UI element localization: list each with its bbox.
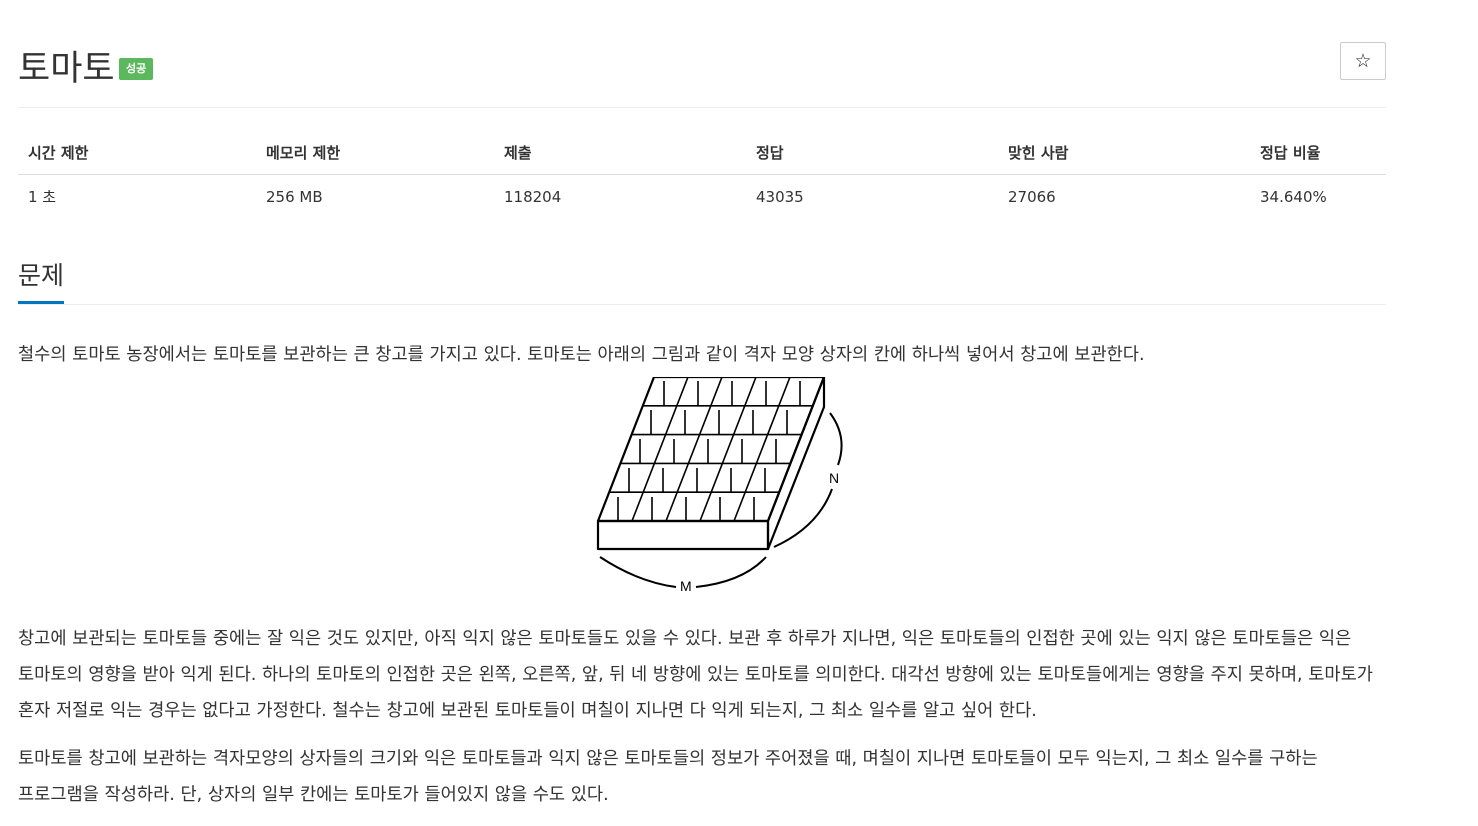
value-accepted: 43035 — [756, 187, 804, 206]
tomato-box-illustration: M N — [596, 377, 843, 594]
header-accepted: 정답 — [746, 142, 998, 175]
header-memory-limit: 메모리 제한 — [256, 142, 494, 175]
value-submissions: 118204 — [504, 187, 562, 206]
problem-header: 토마토 성공 ☆ — [18, 0, 1386, 108]
problem-title: 토마토 — [18, 49, 115, 89]
value-solvers: 27066 — [1008, 187, 1056, 206]
header-time-limit: 시간 제한 — [18, 142, 256, 175]
favorite-button[interactable]: ☆ — [1340, 42, 1386, 80]
figure-label-n: N — [829, 470, 839, 486]
header-solvers: 맞힌 사람 — [998, 142, 1250, 175]
description-paragraph-2: 창고에 보관되는 토마토들 중에는 잘 익은 것도 있지만, 아직 익지 않은 … — [18, 629, 1373, 721]
problem-page: 토마토 성공 ☆ 시간 제한 메모리 제한 제출 정답 맞힌 사람 정답 비율 … — [18, 0, 1386, 813]
description-paragraph-1: 철수의 토마토 농장에서는 토마토를 보관하는 큰 창고를 가지고 있다. 토마… — [18, 345, 1145, 365]
figure-label-m: M — [680, 578, 692, 594]
problem-section-header: 문제 — [18, 247, 1386, 305]
info-value-row: 1 초 256 MB 118204 43035 27066 34.640% — [18, 175, 1386, 208]
tomato-box-figure: M N — [18, 377, 1386, 617]
info-header-row: 시간 제한 메모리 제한 제출 정답 맞힌 사람 정답 비율 — [18, 142, 1386, 175]
value-accept-ratio: 34.640% — [1260, 187, 1327, 206]
problem-info-table: 시간 제한 메모리 제한 제출 정답 맞힌 사람 정답 비율 1 초 256 M… — [18, 142, 1386, 207]
star-icon: ☆ — [1354, 50, 1372, 72]
value-time-limit: 1 초 — [28, 188, 57, 206]
header-accept-ratio: 정답 비율 — [1250, 142, 1386, 175]
description-paragraph-3: 토마토를 창고에 보관하는 격자모양의 상자들의 크기와 익은 토마토들과 익지… — [18, 749, 1318, 805]
section-title: 문제 — [18, 261, 65, 304]
value-memory-limit: 256 MB — [266, 187, 323, 206]
status-badge: 성공 — [119, 58, 154, 80]
header-submissions: 제출 — [494, 142, 746, 175]
